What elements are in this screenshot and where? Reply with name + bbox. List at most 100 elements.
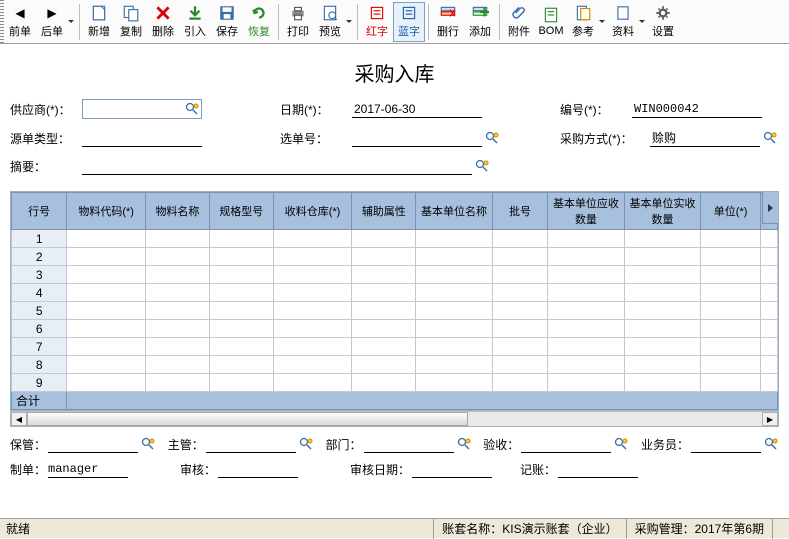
blue-letter-button[interactable]: 蓝字 [393,2,425,42]
table-row[interactable]: 7 [12,338,778,356]
cell[interactable] [492,266,547,284]
cell[interactable] [492,302,547,320]
scroll-right-button[interactable]: ▶ [762,412,778,426]
cell[interactable] [492,284,547,302]
cell[interactable] [548,248,625,266]
cell[interactable] [416,248,493,266]
clerk-input[interactable] [691,435,761,453]
cell[interactable] [209,230,273,248]
scroll-left-button[interactable]: ◀ [11,412,27,426]
purchmode-input[interactable] [650,129,760,147]
cell[interactable] [701,356,761,374]
col-warehouse[interactable]: 收料仓库(*) [273,193,352,230]
cell[interactable] [273,320,352,338]
cell[interactable] [416,302,493,320]
cell[interactable] [548,356,625,374]
cell[interactable] [273,302,352,320]
cell[interactable] [352,302,416,320]
accept-lookup-button[interactable] [613,436,629,452]
cell[interactable] [146,374,210,392]
cell[interactable] [760,356,777,374]
cell[interactable] [701,248,761,266]
cell[interactable] [548,266,625,284]
code-input[interactable] [632,100,762,118]
cell[interactable] [760,374,777,392]
next-dropdown[interactable] [68,20,76,23]
cell[interactable] [548,284,625,302]
cell[interactable] [416,338,493,356]
new-button[interactable]: 新增 [83,2,115,42]
prev-doc-button[interactable]: ◀前单 [4,2,36,42]
table-row[interactable]: 3 [12,266,778,284]
preview-button[interactable]: 预览 [314,2,346,42]
cell[interactable] [548,320,625,338]
table-row[interactable]: 1 [12,230,778,248]
red-letter-button[interactable]: 红字 [361,2,393,42]
cell[interactable] [760,230,777,248]
cell[interactable] [548,338,625,356]
cell[interactable] [624,338,701,356]
cell[interactable] [146,320,210,338]
cell[interactable] [548,302,625,320]
next-doc-button[interactable]: ▶后单 [36,2,68,42]
cell[interactable] [701,302,761,320]
cell[interactable] [67,338,146,356]
cell[interactable] [209,320,273,338]
cell[interactable] [67,302,146,320]
cell[interactable] [760,248,777,266]
cell[interactable] [624,230,701,248]
cell[interactable] [492,356,547,374]
summary-input[interactable] [82,157,472,175]
supplier-input[interactable] [85,102,183,116]
copy-button[interactable]: 复制 [115,2,147,42]
cell[interactable] [416,266,493,284]
cell[interactable] [209,302,273,320]
cell[interactable] [760,302,777,320]
cell[interactable] [760,320,777,338]
print-button[interactable]: 打印 [282,2,314,42]
cell[interactable] [352,320,416,338]
settings-button[interactable]: 设置 [647,2,679,42]
supplier-lookup-button[interactable] [185,101,199,117]
table-row[interactable]: 2 [12,248,778,266]
cell[interactable] [146,230,210,248]
grid-hscrollbar[interactable]: ◀ ▶ [10,411,779,427]
material-button[interactable]: 资料 [607,2,639,42]
cell[interactable] [624,302,701,320]
cell[interactable] [273,248,352,266]
cell[interactable] [146,356,210,374]
cell[interactable] [701,374,761,392]
cell[interactable] [624,284,701,302]
cell[interactable] [701,320,761,338]
cell[interactable] [352,374,416,392]
col-spec[interactable]: 规格型号 [209,193,273,230]
col-due-qty[interactable]: 基本单位应收数量 [548,193,625,230]
add-row-button[interactable]: 添加 [464,2,496,42]
cell[interactable] [701,266,761,284]
keeper-lookup-button[interactable] [140,436,156,452]
supervisor-input[interactable] [206,435,296,453]
cell[interactable] [273,356,352,374]
ref-dropdown[interactable] [599,20,607,23]
selorder-input[interactable] [352,129,482,147]
cell[interactable] [273,338,352,356]
cell[interactable] [67,230,146,248]
col-material-name[interactable]: 物料名称 [146,193,210,230]
cell[interactable] [760,266,777,284]
col-actual-qty[interactable]: 基本单位实收数量 [624,193,701,230]
cell[interactable] [760,338,777,356]
reference-button[interactable]: 参考 [567,2,599,42]
cell[interactable] [352,338,416,356]
cell[interactable] [624,356,701,374]
summary-lookup-button[interactable] [474,158,490,174]
purchmode-lookup-button[interactable] [762,130,778,146]
save-button[interactable]: 保存 [211,2,243,42]
cell[interactable] [624,248,701,266]
cell[interactable] [492,248,547,266]
cell[interactable] [492,230,547,248]
col-unit-name[interactable]: 基本单位名称 [416,193,493,230]
cell[interactable] [67,320,146,338]
cell[interactable] [492,320,547,338]
cell[interactable] [146,302,210,320]
table-row[interactable]: 6 [12,320,778,338]
